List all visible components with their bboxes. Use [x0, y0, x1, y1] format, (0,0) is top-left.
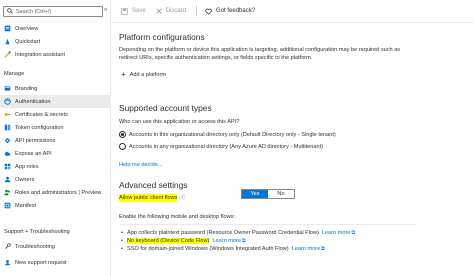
sidebar-item-label: Certificates & secrets	[15, 111, 68, 118]
manage-heading: Manage	[4, 71, 25, 77]
search-placeholder: Search (Ctrl+/)	[16, 8, 52, 15]
search-icon	[7, 7, 13, 16]
sidebar-item-api-permissions[interactable]: API permissions	[0, 134, 110, 147]
overview-icon	[4, 25, 11, 32]
toggle-yes-option[interactable]: Yes	[242, 190, 268, 198]
save-button[interactable]: Save	[121, 7, 146, 15]
sidebar-item-label: Owners	[15, 176, 35, 183]
sidebar-item-label: Branding	[15, 85, 38, 92]
app-roles-icon	[4, 163, 11, 170]
support-heading: Support + Troubleshooting	[4, 229, 70, 235]
list-item: No keyboard (Device Code Flow) Learn mor…	[121, 238, 246, 244]
sidebar-item-label: Overview	[15, 25, 39, 32]
sidebar-item-owners[interactable]: Owners	[0, 173, 110, 186]
sidebar-item-expose-an-api[interactable]: Expose an API	[0, 147, 110, 160]
command-bar: Save Discard Got feedback?	[111, 0, 474, 23]
external-link-icon: ⧉	[321, 246, 325, 252]
plus-icon: +	[121, 70, 126, 79]
sidebar-item-label: API permissions	[15, 137, 56, 144]
allow-public-client-flows-label: Allow public client flows	[119, 194, 178, 202]
feedback-button[interactable]: Got feedback?	[205, 8, 255, 15]
add-platform-button[interactable]: + Add a platform	[121, 70, 166, 79]
support-icon	[4, 259, 11, 266]
sidebar-item-integration-assistant[interactable]: Integration assistant	[0, 48, 110, 61]
allow-public-client-flows-row: Allow public client flows ⓘ	[119, 194, 185, 202]
owners-icon	[4, 176, 11, 183]
sidebar-item-label: Token configuration	[15, 124, 64, 131]
api-permissions-icon	[4, 137, 11, 144]
sidebar-item-roles-and-administrators[interactable]: Roles and administrators | Preview	[0, 186, 110, 199]
sidebar-item-token-configuration[interactable]: Token configuration	[0, 121, 110, 134]
info-icon[interactable]: ⓘ	[179, 194, 185, 202]
list-item: SSO for domain-joined Windows (Windows I…	[121, 246, 325, 252]
platform-description-line-2: redirect URIs, specific authentication s…	[119, 55, 313, 61]
account-types-question: Who can use this application or access t…	[119, 119, 240, 125]
discard-button[interactable]: Discard	[155, 8, 187, 14]
sidebar-item-branding[interactable]: Branding	[0, 82, 110, 95]
sidebar-item-manifest[interactable]: Manifest	[0, 199, 110, 212]
bullet-text: App collects plaintext password (Resourc…	[127, 230, 319, 236]
sidebar: Search (Ctrl+/) « Overview Quickstart In…	[0, 0, 111, 276]
sidebar-item-certificates-secrets[interactable]: Certificates & secrets	[0, 108, 110, 121]
integration-assistant-icon	[4, 51, 11, 58]
toggle-no-option[interactable]: No	[268, 190, 294, 198]
token-icon	[4, 124, 11, 131]
discard-label: Discard	[165, 8, 187, 14]
sidebar-item-label: Quickstart	[15, 38, 41, 45]
authentication-icon	[4, 98, 11, 105]
heart-icon	[205, 8, 212, 15]
public-client-flows-toggle[interactable]: Yes No	[241, 189, 295, 199]
account-option-label: Accounts in any organizational directory…	[129, 143, 324, 150]
save-icon	[121, 7, 128, 15]
sidebar-item-new-support-request[interactable]: New support request	[0, 256, 110, 269]
sidebar-item-label: App roles	[15, 163, 39, 170]
collapse-sidebar-button[interactable]: «	[104, 7, 107, 13]
key-icon	[4, 111, 11, 118]
sidebar-item-label: Expose an API	[15, 150, 52, 157]
account-option-single-tenant[interactable]: Accounts in this organizational director…	[119, 131, 336, 138]
supported-account-types-heading: Supported account types	[119, 103, 212, 113]
cloud-icon	[4, 150, 11, 157]
sidebar-item-overview[interactable]: Overview	[0, 22, 110, 35]
sidebar-item-label: Troubleshooting	[15, 243, 55, 250]
account-option-multitenant[interactable]: Accounts in any organizational directory…	[119, 143, 323, 150]
platform-configurations-heading: Platform configurations	[119, 32, 205, 42]
branding-icon	[4, 85, 11, 92]
manifest-icon	[4, 202, 11, 209]
sidebar-item-troubleshooting[interactable]: Troubleshooting	[0, 240, 110, 253]
learn-more-link[interactable]: Learn more	[292, 246, 321, 252]
wrench-icon	[4, 243, 11, 250]
advanced-settings-heading: Advanced settings	[119, 180, 188, 190]
bullet-text: SSO for domain-joined Windows (Windows I…	[127, 246, 289, 252]
close-icon	[155, 8, 162, 14]
help-me-decide-link[interactable]: Help me decide...	[119, 161, 163, 169]
divider	[119, 224, 415, 225]
toolbar-divider	[196, 6, 198, 16]
list-item: App collects plaintext password (Resourc…	[121, 230, 356, 236]
quickstart-icon	[4, 38, 11, 45]
search-input[interactable]: Search (Ctrl+/)	[3, 6, 103, 17]
sidebar-item-label: Authentication	[15, 98, 51, 105]
sidebar-item-authentication[interactable]: Authentication	[0, 95, 110, 108]
sidebar-item-quickstart[interactable]: Quickstart	[0, 35, 110, 48]
add-platform-label: Add a platform	[129, 71, 167, 78]
sidebar-item-label: Roles and administrators | Preview	[15, 189, 102, 196]
external-link-icon: ⧉	[242, 238, 246, 244]
feedback-label: Got feedback?	[216, 8, 256, 14]
bullet-text: No keyboard (Device Code Flow)	[127, 238, 210, 244]
sidebar-item-label: Manifest	[15, 202, 37, 209]
platform-description-line-1: Depending on the platform or device this…	[119, 47, 401, 53]
radio-button-selected[interactable]	[119, 131, 126, 138]
sidebar-item-app-roles[interactable]: App roles	[0, 160, 110, 173]
learn-more-link[interactable]: Learn more	[212, 238, 241, 244]
radio-button[interactable]	[119, 143, 126, 150]
external-link-icon: ⧉	[351, 230, 356, 236]
enable-flows-text: Enable the following mobile and desktop …	[119, 214, 235, 220]
learn-more-link[interactable]: Learn more	[322, 230, 351, 236]
sidebar-item-label: Integration assistant	[15, 51, 66, 58]
save-label: Save	[132, 8, 146, 14]
roles-icon	[4, 189, 11, 196]
account-option-label: Accounts in this organizational director…	[129, 131, 336, 138]
sidebar-item-label: New support request	[15, 259, 67, 266]
